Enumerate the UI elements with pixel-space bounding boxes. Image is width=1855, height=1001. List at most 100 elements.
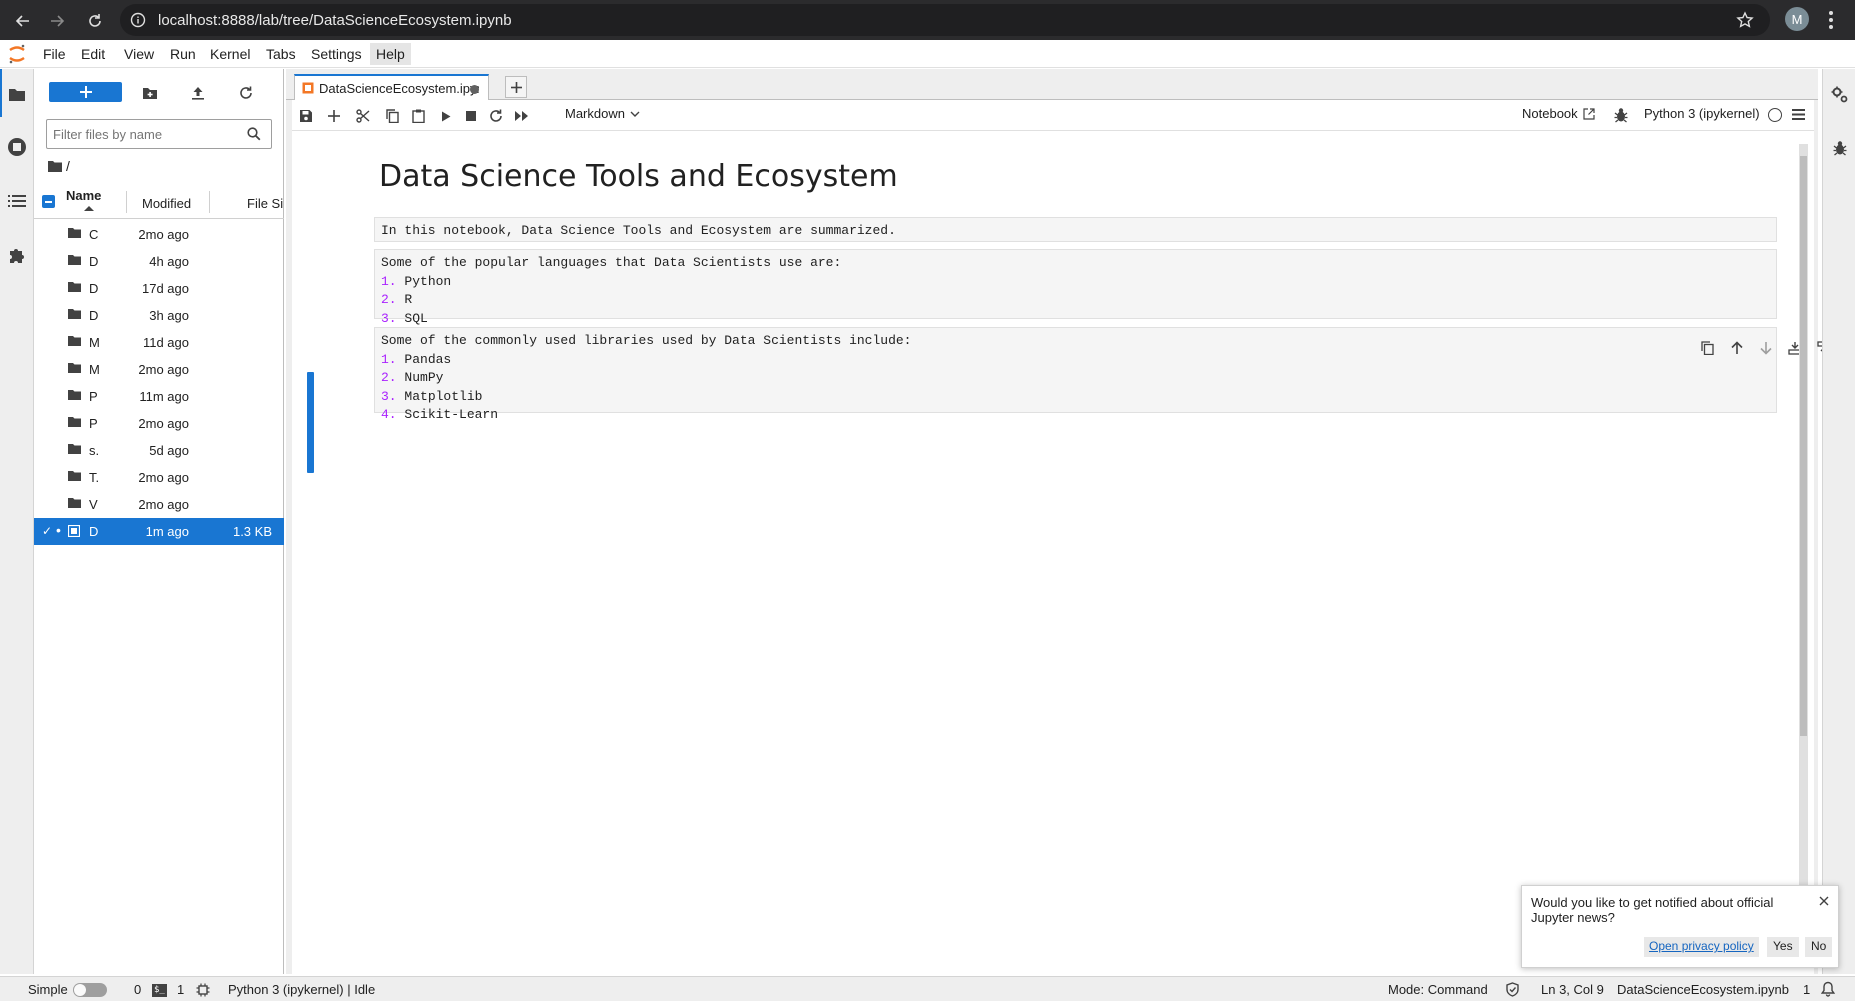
simple-mode-toggle[interactable]: [73, 983, 107, 997]
refresh-icon[interactable]: [235, 82, 257, 104]
duplicate-cell-icon[interactable]: [1698, 338, 1717, 357]
run-cell-icon[interactable]: [436, 106, 456, 126]
home-folder-icon[interactable]: [48, 160, 62, 172]
file-row-folder[interactable]: P 2mo ago: [34, 410, 284, 437]
file-row-folder[interactable]: T. 2mo ago: [34, 464, 284, 491]
close-icon[interactable]: [1819, 896, 1829, 906]
hamburger-menu-icon[interactable]: [1792, 109, 1805, 120]
file-row-folder[interactable]: D 4h ago: [34, 248, 284, 275]
bell-icon[interactable]: [1821, 981, 1835, 997]
column-divider[interactable]: [126, 191, 127, 213]
editor-mode[interactable]: Mode: Command: [1388, 982, 1488, 997]
file-row-folder[interactable]: M 2mo ago: [34, 356, 284, 383]
file-name: P: [89, 416, 98, 431]
new-folder-icon[interactable]: [139, 82, 161, 104]
cut-icon[interactable]: [353, 106, 373, 126]
file-row-folder[interactable]: M 11d ago: [34, 329, 284, 356]
copy-icon[interactable]: [382, 106, 402, 126]
notebook-scrollbar[interactable]: [1799, 144, 1808, 914]
column-modified[interactable]: Modified: [142, 196, 191, 211]
move-cell-down-icon[interactable]: [1756, 338, 1775, 357]
cell-type-select[interactable]: Markdown: [565, 106, 640, 121]
run-all-icon[interactable]: [512, 106, 532, 126]
trusted-shield-icon[interactable]: [1506, 982, 1519, 997]
notebook-content[interactable]: Data Science Tools and Ecosystem In this…: [292, 132, 1855, 974]
profile-avatar[interactable]: M: [1785, 7, 1809, 31]
terminal-count[interactable]: 0: [134, 982, 141, 997]
browser-menu-icon[interactable]: [1828, 10, 1834, 30]
file-size: 1.3 KB: [232, 524, 272, 539]
restart-kernel-icon[interactable]: [486, 106, 506, 126]
breadcrumb-root[interactable]: /: [66, 158, 70, 174]
kernel-chip-icon[interactable]: [196, 983, 210, 997]
file-row-folder[interactable]: V 2mo ago: [34, 491, 284, 518]
terminal-icon[interactable]: $_: [152, 984, 167, 997]
file-row-folder[interactable]: s. 5d ago: [34, 437, 284, 464]
file-row-folder[interactable]: P 11m ago: [34, 383, 284, 410]
notebook-panel: Markdown Notebook Python 3 (ipykernel) D…: [292, 100, 1855, 974]
menu-edit[interactable]: Edit: [81, 46, 105, 62]
file-row-folder[interactable]: D 3h ago: [34, 302, 284, 329]
debugger-bug-icon[interactable]: [1614, 107, 1628, 123]
reload-icon[interactable]: [82, 8, 108, 34]
folder-icon: [68, 255, 81, 265]
folder-icon[interactable]: [5, 82, 29, 106]
kernel-name-button[interactable]: Python 3 (ipykernel): [1644, 106, 1760, 121]
open-in-notebook-link[interactable]: Notebook: [1522, 106, 1595, 121]
menu-file[interactable]: File: [43, 46, 66, 62]
file-row-folder[interactable]: C 2mo ago: [34, 221, 284, 248]
column-name[interactable]: Name: [66, 188, 101, 203]
table-of-contents-icon[interactable]: [5, 189, 29, 213]
kernel-count[interactable]: 1: [177, 982, 184, 997]
stop-kernel-icon[interactable]: [461, 106, 481, 126]
site-info-icon[interactable]: [130, 12, 146, 28]
new-launcher-button[interactable]: [49, 82, 122, 102]
upload-icon[interactable]: [187, 82, 209, 104]
scrollbar-thumb[interactable]: [1800, 156, 1807, 736]
new-tab-button[interactable]: [505, 76, 527, 98]
menu-kernel[interactable]: Kernel: [210, 46, 250, 62]
menu-settings[interactable]: Settings: [311, 46, 362, 62]
yes-button[interactable]: Yes: [1767, 937, 1799, 957]
filter-files-input[interactable]: [53, 125, 233, 143]
menu-view[interactable]: View: [124, 46, 154, 62]
markdown-cell-libraries[interactable]: Some of the commonly used libraries used…: [374, 327, 1855, 422]
move-cell-up-icon[interactable]: [1727, 338, 1746, 357]
checked-icon[interactable]: ✓: [42, 524, 52, 538]
unsaved-indicator-icon[interactable]: [470, 85, 479, 94]
save-icon[interactable]: [296, 106, 316, 126]
file-row-folder[interactable]: D 17d ago: [34, 275, 284, 302]
no-button[interactable]: No: [1805, 937, 1833, 957]
menu-run[interactable]: Run: [170, 46, 196, 62]
bookmark-star-icon[interactable]: [1736, 11, 1754, 29]
menu-help[interactable]: Help: [370, 43, 411, 65]
menu-tabs[interactable]: Tabs: [266, 46, 296, 62]
paste-icon[interactable]: [408, 106, 428, 126]
insert-cell-icon[interactable]: [324, 106, 344, 126]
notification-count[interactable]: 1: [1803, 982, 1810, 997]
address-bar[interactable]: localhost:8888/lab/tree/DataScienceEcosy…: [120, 4, 1770, 36]
breadcrumb: /: [48, 156, 70, 176]
column-file-size[interactable]: File Si: [247, 196, 284, 211]
cursor-position[interactable]: Ln 3, Col 9: [1541, 982, 1604, 997]
forward-arrow-icon[interactable]: [44, 8, 70, 34]
notebook-tab[interactable]: DataScienceEcosystem.ipynb: [294, 74, 489, 101]
markdown-cell-intro[interactable]: In this notebook, Data Science Tools and…: [374, 217, 1777, 242]
url-text[interactable]: localhost:8888/lab/tree/DataScienceEcosy…: [158, 12, 512, 29]
debugger-bug-icon[interactable]: [1829, 137, 1851, 159]
file-name: M: [89, 335, 100, 350]
folder-icon: [68, 282, 81, 292]
running-sessions-icon[interactable]: [5, 135, 29, 159]
kernel-status-text[interactable]: Python 3 (ipykernel) | Idle: [228, 982, 375, 997]
select-all-checkbox[interactable]: [42, 195, 55, 208]
property-inspector-icon[interactable]: [1829, 84, 1851, 106]
filter-files-box[interactable]: [46, 119, 272, 149]
markdown-cell-languages[interactable]: Some of the popular languages that Data …: [374, 249, 1777, 326]
file-row-notebook[interactable]: ✓ • D 1m ago 1.3 KB: [34, 518, 284, 545]
back-arrow-icon[interactable]: [10, 8, 36, 34]
active-cell-collapser[interactable]: [307, 372, 314, 473]
extension-puzzle-icon[interactable]: [5, 243, 29, 267]
list-number: 1.: [381, 273, 397, 289]
open-privacy-policy-link[interactable]: Open privacy policy: [1644, 937, 1759, 957]
column-divider[interactable]: [209, 191, 210, 213]
